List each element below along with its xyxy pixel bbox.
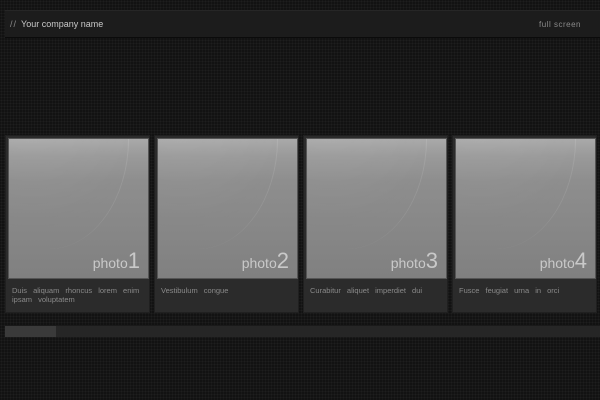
fullscreen-link[interactable]: full screen bbox=[539, 20, 581, 29]
photo-thumbnail[interactable]: photo3 bbox=[306, 138, 447, 279]
photo-gallery: photo1 Duis aliquam rhoncus lorem enim i… bbox=[5, 135, 600, 313]
company-name-text: Your company name bbox=[21, 19, 104, 29]
photo-card-3[interactable]: photo3 Curabitur aliquet imperdiet dui bbox=[303, 135, 448, 313]
photo-label: photo1 bbox=[93, 248, 140, 274]
photo-caption: Curabitur aliquet imperdiet dui bbox=[310, 286, 423, 295]
slashes-glyph: // bbox=[10, 19, 18, 29]
photo-thumbnail[interactable]: photo4 bbox=[455, 138, 596, 279]
header-bar: //Your company name full screen bbox=[5, 10, 600, 38]
photo-thumbnail[interactable]: photo1 bbox=[8, 138, 149, 279]
gloss-decoration bbox=[9, 139, 129, 249]
scrollbar-thumb[interactable] bbox=[5, 326, 56, 337]
company-name[interactable]: //Your company name bbox=[10, 19, 103, 29]
photo-label: photo2 bbox=[242, 248, 289, 274]
photo-label-word: photo bbox=[539, 255, 575, 271]
photo-caption: Duis aliquam rhoncus lorem enim ipsam vo… bbox=[12, 286, 140, 304]
gloss-decoration bbox=[307, 139, 427, 249]
photo-caption: Fusce feugiat urna in orci bbox=[459, 286, 560, 295]
photo-label-word: photo bbox=[92, 255, 128, 271]
photo-label-word: photo bbox=[241, 255, 277, 271]
gloss-decoration bbox=[456, 139, 576, 249]
photo-label: photo4 bbox=[540, 248, 587, 274]
photo-label-number: 3 bbox=[425, 248, 438, 273]
gloss-decoration bbox=[158, 139, 278, 249]
photo-thumbnail[interactable]: photo2 bbox=[157, 138, 298, 279]
gallery-scrollbar[interactable] bbox=[5, 325, 600, 337]
photo-label: photo3 bbox=[391, 248, 438, 274]
photo-card-1[interactable]: photo1 Duis aliquam rhoncus lorem enim i… bbox=[5, 135, 150, 313]
photo-caption: Vestibulum congue bbox=[161, 286, 229, 295]
photo-label-number: 1 bbox=[127, 248, 140, 273]
photo-card-4[interactable]: photo4 Fusce feugiat urna in orci bbox=[452, 135, 597, 313]
photo-label-word: photo bbox=[390, 255, 426, 271]
photo-label-number: 2 bbox=[276, 248, 289, 273]
photo-card-2[interactable]: photo2 Vestibulum congue bbox=[154, 135, 299, 313]
photo-label-number: 4 bbox=[574, 248, 587, 273]
